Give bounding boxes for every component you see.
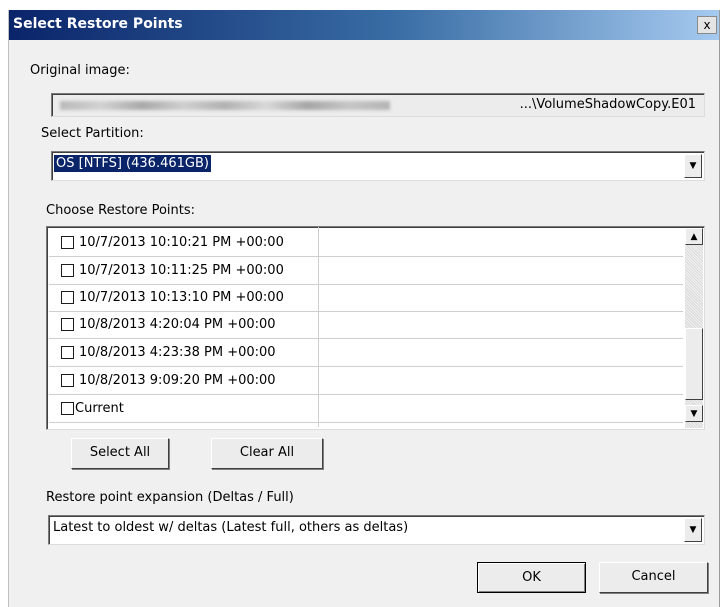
restore-point-checkbox[interactable]: [61, 264, 74, 277]
restore-point-label: 10/8/2013 4:20:04 PM +00:00: [79, 317, 276, 332]
choose-restore-points-label: Choose Restore Points:: [46, 203, 196, 218]
restore-point-label: 10/8/2013 4:23:38 PM +00:00: [79, 345, 276, 360]
original-image-label: Original image:: [30, 63, 130, 78]
close-icon: x: [703, 18, 711, 32]
restore-point-expansion-label: Restore point expansion (Deltas / Full): [46, 490, 294, 505]
restore-point-label: 10/7/2013 10:10:21 PM +00:00: [79, 235, 284, 250]
restore-point-checkbox[interactable]: [61, 318, 74, 331]
arrow-down-icon: ▼: [690, 408, 698, 419]
arrow-up-icon: ▲: [690, 231, 698, 242]
window-title: Select Restore Points: [13, 16, 183, 32]
restore-point-row[interactable]: Current: [49, 395, 683, 423]
select-partition-label: Select Partition:: [41, 126, 144, 141]
cancel-button[interactable]: Cancel: [599, 562, 708, 593]
chevron-down-icon: ▼: [689, 161, 697, 171]
restore-point-checkbox[interactable]: [61, 236, 74, 249]
restore-point-label: 10/7/2013 10:13:10 PM +00:00: [79, 290, 284, 305]
partition-selected-value: OS [NTFS] (436.461GB): [54, 155, 211, 172]
original-image-path-text: ...\VolumeShadowCopy.E01: [519, 97, 696, 112]
restore-point-row[interactable]: 10/7/2013 10:11:25 PM +00:00: [49, 257, 683, 285]
restore-point-label: Current: [75, 401, 124, 416]
restore-points-list[interactable]: 10/7/2013 10:10:21 PM +00:00 10/7/2013 1…: [46, 226, 705, 430]
restore-point-row[interactable]: 10/8/2013 4:20:04 PM +00:00: [49, 311, 683, 339]
restore-point-checkbox[interactable]: [61, 291, 74, 304]
original-image-path-field: ...\VolumeShadowCopy.E01: [51, 93, 705, 117]
restore-point-label: 10/8/2013 9:09:20 PM +00:00: [79, 373, 276, 388]
scroll-up-button[interactable]: ▲: [685, 228, 703, 245]
restore-point-label: 10/7/2013 10:11:25 PM +00:00: [79, 263, 284, 278]
expansion-dropdown-button[interactable]: ▼: [684, 518, 702, 542]
partition-dropdown[interactable]: OS [NTFS] (436.461GB) ▼: [51, 151, 705, 181]
chevron-down-icon: ▼: [689, 525, 697, 535]
restore-point-row[interactable]: 10/8/2013 9:09:20 PM +00:00: [49, 367, 683, 395]
restore-point-row[interactable]: 10/7/2013 10:13:10 PM +00:00: [49, 284, 683, 312]
restore-point-row[interactable]: 10/8/2013 4:23:38 PM +00:00: [49, 339, 683, 367]
restore-point-row[interactable]: 10/7/2013 10:10:21 PM +00:00: [49, 229, 683, 257]
close-button[interactable]: x: [697, 16, 717, 34]
select-restore-points-dialog: Select Restore Points x Original image: …: [8, 10, 720, 607]
restore-point-expansion-dropdown[interactable]: Latest to oldest w/ deltas (Latest full,…: [48, 515, 705, 545]
ok-button[interactable]: OK: [477, 562, 586, 593]
restore-point-checkbox[interactable]: [61, 374, 74, 387]
scroll-down-button[interactable]: ▼: [685, 405, 703, 422]
partition-dropdown-button[interactable]: ▼: [684, 154, 702, 178]
clear-all-button[interactable]: Clear All: [211, 438, 323, 469]
list-vertical-scrollbar[interactable]: ▲ ▼: [685, 228, 703, 428]
redacted-path-segment: [60, 101, 390, 110]
title-bar[interactable]: Select Restore Points x: [9, 10, 719, 40]
restore-point-checkbox[interactable]: [61, 346, 74, 359]
restore-point-checkbox[interactable]: [61, 402, 74, 415]
select-all-button[interactable]: Select All: [71, 438, 169, 469]
expansion-selected-value: Latest to oldest w/ deltas (Latest full,…: [53, 520, 409, 535]
scrollbar-thumb[interactable]: [685, 328, 703, 400]
